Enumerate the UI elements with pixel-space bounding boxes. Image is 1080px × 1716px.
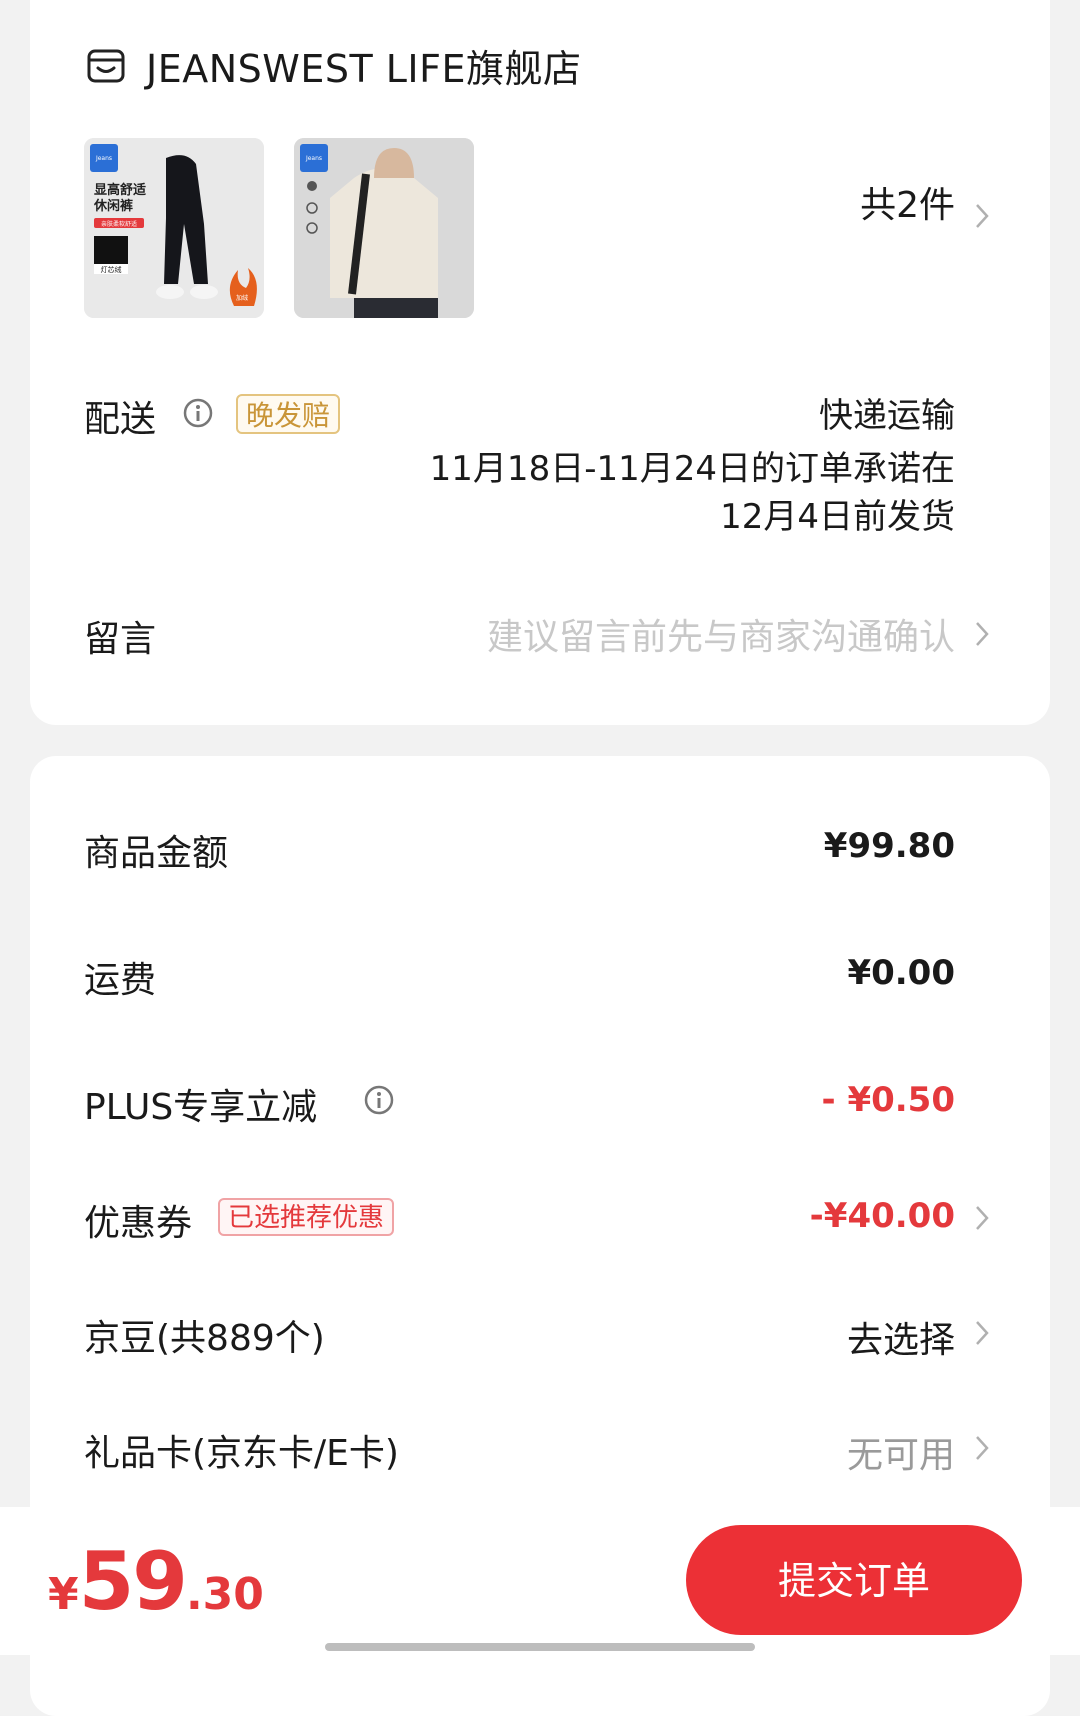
- submit-order-button[interactable]: 提交订单: [686, 1525, 1022, 1635]
- shipping-row: 运费 ¥0.00: [30, 951, 1050, 1011]
- giftcard-value: 无可用: [846, 1435, 955, 1476]
- coupon-selected-badge: 已选推荐优惠: [218, 1198, 395, 1236]
- jingdou-value: 去选择: [846, 1320, 955, 1361]
- item-count[interactable]: 共2件: [860, 176, 955, 228]
- goods-amount-label: 商品金额: [84, 833, 229, 874]
- goods-amount-row: 商品金额 ¥99.80: [30, 824, 1050, 884]
- coupon-value: -¥40.00: [809, 1196, 955, 1236]
- plus-discount-value: - ¥0.50: [821, 1080, 956, 1120]
- plus-discount-row: PLUS专享立减 - ¥0.50: [30, 1078, 1050, 1138]
- shop-icon: [87, 49, 125, 82]
- giftcard-row[interactable]: 礼品卡(京东卡/E卡) 无可用: [30, 1424, 1050, 1484]
- chevron-right-icon[interactable]: [974, 1319, 990, 1347]
- delivery-promise: 11月18日-11月24日的订单承诺在 12月4日前发货: [335, 445, 955, 541]
- delivery-promise-line2: 12月4日前发货: [720, 497, 955, 537]
- note-label: 留言: [84, 619, 157, 660]
- goods-amount-value: ¥99.80: [823, 826, 955, 866]
- jingdou-row[interactable]: 京豆(共889个) 去选择: [30, 1309, 1050, 1369]
- info-icon[interactable]: [182, 397, 214, 429]
- plus-discount-label: PLUS专享立减: [84, 1087, 318, 1128]
- svg-text:休闲裤: 休闲裤: [93, 198, 133, 214]
- jingdou-label: 京豆(共889个): [84, 1318, 325, 1359]
- chevron-right-icon[interactable]: [974, 202, 990, 230]
- giftcard-label: 礼品卡(京东卡/E卡): [84, 1433, 399, 1474]
- info-icon[interactable]: [363, 1084, 395, 1116]
- order-card: JEANSWEST LIFE旗舰店 Jeans 显高舒适 休闲裤 亲肤柔软舒适 …: [30, 0, 1050, 725]
- chevron-right-icon[interactable]: [974, 1204, 990, 1232]
- store-name: JEANSWEST LIFE旗舰店: [146, 47, 582, 91]
- coupon-row[interactable]: 优惠券 已选推荐优惠 -¥40.00: [30, 1194, 1050, 1254]
- coupon-label: 优惠券: [84, 1203, 193, 1244]
- checkout-bar: ¥59.30 提交订单: [0, 1507, 1080, 1655]
- svg-text:Jeans: Jeans: [95, 155, 112, 162]
- svg-text:亲肤柔软舒适: 亲肤柔软舒适: [101, 220, 137, 228]
- note-input[interactable]: 建议留言前先与商家沟通确认: [487, 608, 955, 660]
- delivery-promise-line1: 11月18日-11月24日的订单承诺在: [429, 449, 955, 489]
- delivery-method: 快递运输: [819, 396, 955, 436]
- chevron-right-icon[interactable]: [974, 1434, 990, 1462]
- svg-text:加绒: 加绒: [236, 294, 248, 302]
- delivery-label: 配送: [84, 399, 157, 440]
- shipping-label: 运费: [84, 960, 157, 1001]
- total-integer: 59: [78, 1535, 188, 1628]
- store-header[interactable]: JEANSWEST LIFE旗舰店: [86, 38, 582, 93]
- late-shipping-badge: 晚发赔: [236, 394, 341, 434]
- total-currency: ¥: [48, 1569, 79, 1620]
- total-price: ¥59.30: [48, 1535, 264, 1628]
- product-thumbnail-sweatshirt[interactable]: Jeans: [294, 138, 474, 318]
- shipping-value: ¥0.00: [847, 953, 955, 993]
- svg-text:Jeans: Jeans: [305, 155, 322, 162]
- svg-text:灯芯绒: 灯芯绒: [101, 265, 122, 274]
- total-decimal: .30: [185, 1569, 264, 1620]
- svg-text:显高舒适: 显高舒适: [94, 182, 146, 198]
- home-indicator[interactable]: [325, 1643, 755, 1651]
- chevron-right-icon[interactable]: [974, 620, 990, 648]
- product-thumbnail-pants[interactable]: Jeans 显高舒适 休闲裤 亲肤柔软舒适 灯芯绒 加绒: [84, 138, 264, 318]
